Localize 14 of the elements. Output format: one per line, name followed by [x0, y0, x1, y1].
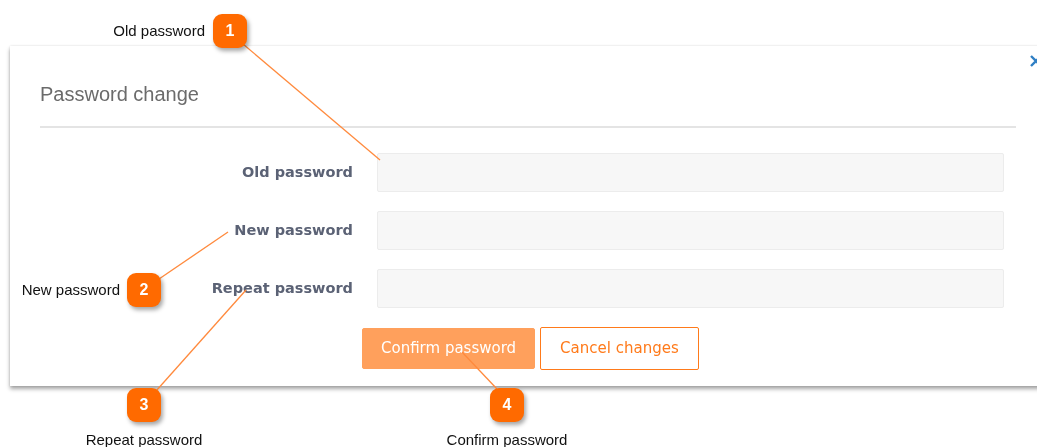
- callout-label: New password: [21, 281, 120, 299]
- callout-badge: 1: [213, 14, 247, 48]
- field-label: New password: [234, 220, 353, 240]
- callout-badge: 3: [127, 388, 161, 422]
- field-label: Old password: [241, 162, 353, 182]
- callout-label: Old password: [113, 22, 205, 40]
- dialog-title: Password change: [40, 82, 200, 106]
- callout-badge: 2: [127, 273, 161, 307]
- confirm-button[interactable]: Confirm password: [362, 328, 536, 369]
- callout-badge: 4: [490, 388, 524, 422]
- password-field[interactable]: [377, 153, 1004, 192]
- cancel-button[interactable]: Cancel changes: [540, 327, 699, 370]
- field-label: Repeat password: [211, 278, 353, 298]
- leader-line: [158, 231, 229, 280]
